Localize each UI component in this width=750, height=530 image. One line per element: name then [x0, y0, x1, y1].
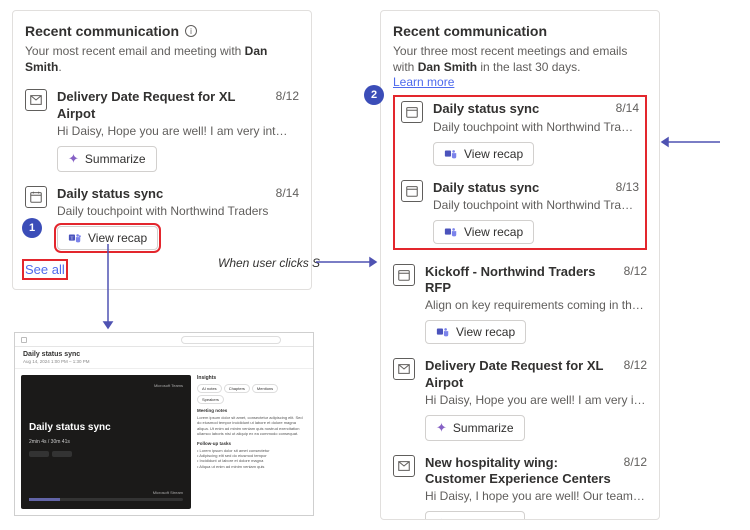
- recap-video-player[interactable]: Microsoft Teams Daily status sync 2min 4…: [21, 375, 191, 509]
- mail-icon: [393, 358, 415, 380]
- communication-item[interactable]: Daily status sync 8/13 Daily touchpoint …: [401, 180, 639, 244]
- view-recap-button[interactable]: View recap: [425, 320, 526, 344]
- learn-more-link[interactable]: Learn more: [393, 75, 454, 89]
- item-preview: Daily touchpoint with Northwind Traders: [57, 204, 299, 218]
- chip-chapters[interactable]: Chapters: [224, 384, 250, 393]
- recap-subtitle: Aug 14, 2024 1:00 PM – 1:30 PM: [23, 359, 305, 364]
- item-date: 8/12: [276, 89, 299, 122]
- notes-header: Meeting notes: [197, 408, 307, 413]
- sparkle-icon: ✦: [436, 516, 447, 520]
- summarize-button[interactable]: ✦ Summarize: [425, 511, 525, 520]
- summarize-button[interactable]: ✦ Summarize: [57, 146, 157, 172]
- annotation-badge-1: 1: [22, 218, 42, 238]
- annotation-badge-2: 2: [364, 85, 384, 105]
- communication-item[interactable]: Delivery Date Request for XL Airpot 8/12…: [393, 358, 647, 441]
- sparkle-icon: ✦: [436, 420, 447, 436]
- video-title: Daily status sync: [29, 422, 183, 433]
- item-preview: Hi Daisy, Hope you are well! I am very i…: [425, 393, 647, 407]
- mail-icon: [393, 455, 415, 477]
- play-button[interactable]: [29, 451, 49, 457]
- recent-communication-panel-right: Recent communication Your three most rec…: [380, 10, 660, 520]
- chip-ai-notes[interactable]: AI notes: [197, 384, 222, 393]
- teams-icon: T: [68, 231, 82, 245]
- calendar-icon: [393, 264, 415, 286]
- item-title: Daily status sync: [57, 186, 163, 202]
- recap-insights-pane: Insights AI notes Chapters Mentions Spea…: [197, 369, 313, 515]
- item-date: 8/12: [624, 455, 647, 488]
- panel-subtext: Your three most recent meetings and emai…: [393, 43, 647, 75]
- calendar-icon: [25, 186, 47, 208]
- recap-title: Daily status sync: [23, 351, 305, 358]
- recap-titlebar: [15, 333, 313, 347]
- item-preview: Daily touchpoint with Northwind Traders: [433, 198, 639, 212]
- view-recap-button[interactable]: View recap: [433, 142, 534, 166]
- followups-header: Follow-up tasks: [197, 441, 307, 446]
- video-scrubber[interactable]: [29, 498, 183, 501]
- item-title: Kickoff - Northwind Traders RFP: [425, 264, 616, 297]
- notes-para: Lorem ipsum dolor sit amet, consectetur …: [197, 415, 307, 437]
- item-preview: Hi Daisy, I hope you are well! Our team …: [425, 489, 647, 503]
- item-title: Daily status sync: [433, 180, 539, 196]
- item-date: 8/12: [624, 358, 647, 391]
- item-date: 8/12: [624, 264, 647, 297]
- teams-icon: [444, 147, 458, 161]
- item-title: Daily status sync: [433, 101, 539, 117]
- communication-item[interactable]: Daily status sync 8/14 Daily touchpoint …: [401, 101, 639, 165]
- sparkle-icon: ✦: [68, 151, 79, 167]
- item-date: 8/14: [616, 101, 639, 117]
- item-title: New hospitality wing: Customer Experienc…: [425, 455, 616, 488]
- video-control[interactable]: [52, 451, 72, 457]
- panel-title: Recent communication: [393, 23, 647, 39]
- item-title: Delivery Date Request for XL Airpot: [57, 89, 268, 122]
- item-preview: Daily touchpoint with Northwind Traders: [433, 120, 639, 134]
- recap-header: Daily status sync Aug 14, 2024 1:00 PM –…: [15, 347, 313, 369]
- chip-speakers[interactable]: Speakers: [197, 395, 224, 404]
- calendar-icon: [401, 180, 423, 202]
- see-all-link[interactable]: See all: [25, 262, 65, 277]
- communication-item[interactable]: Daily status sync 8/14 Daily touchpoint …: [25, 186, 299, 250]
- annotation-click-text: When user clicks S: [218, 256, 320, 270]
- item-preview: Hi Daisy, Hope you are well! I am very i…: [57, 124, 299, 138]
- recap-window: Daily status sync Aug 14, 2024 1:00 PM –…: [14, 332, 314, 516]
- followups-para: • Lorem ipsum dolor sit amet consectetur…: [197, 448, 307, 470]
- item-preview: Align on key requirements coming in the …: [425, 298, 647, 312]
- highlighted-group: Daily status sync 8/14 Daily touchpoint …: [393, 95, 647, 250]
- teams-icon: [436, 325, 450, 339]
- stream-tag: Microsoft Stream: [153, 490, 183, 495]
- panel-subtext: Your most recent email and meeting with …: [25, 43, 299, 75]
- calendar-icon: [401, 101, 423, 123]
- panel-title: Recent communication: [25, 23, 179, 39]
- item-title: Delivery Date Request for XL Airpot: [425, 358, 616, 391]
- view-recap-button[interactable]: View recap: [433, 220, 534, 244]
- app-icon: [21, 337, 27, 343]
- item-date: 8/13: [616, 180, 639, 196]
- communication-item[interactable]: New hospitality wing: Customer Experienc…: [393, 455, 647, 520]
- svg-text:T: T: [71, 235, 74, 240]
- chip-mentions[interactable]: Mentions: [252, 384, 278, 393]
- recent-communication-panel-left: Recent communication i Your most recent …: [12, 10, 312, 290]
- item-date: 8/14: [276, 186, 299, 202]
- summarize-button[interactable]: ✦ Summarize: [425, 415, 525, 441]
- video-meta: 2min 4s / 30m 41s: [29, 439, 183, 445]
- search-input[interactable]: [181, 336, 281, 344]
- view-recap-button[interactable]: T View recap: [57, 226, 158, 250]
- teams-icon: [444, 225, 458, 239]
- communication-item[interactable]: Kickoff - Northwind Traders RFP 8/12 Ali…: [393, 264, 647, 345]
- mail-icon: [25, 89, 47, 111]
- communication-item[interactable]: Delivery Date Request for XL Airpot 8/12…: [25, 89, 299, 172]
- insights-header: Insights: [197, 375, 307, 381]
- info-icon[interactable]: i: [185, 25, 197, 37]
